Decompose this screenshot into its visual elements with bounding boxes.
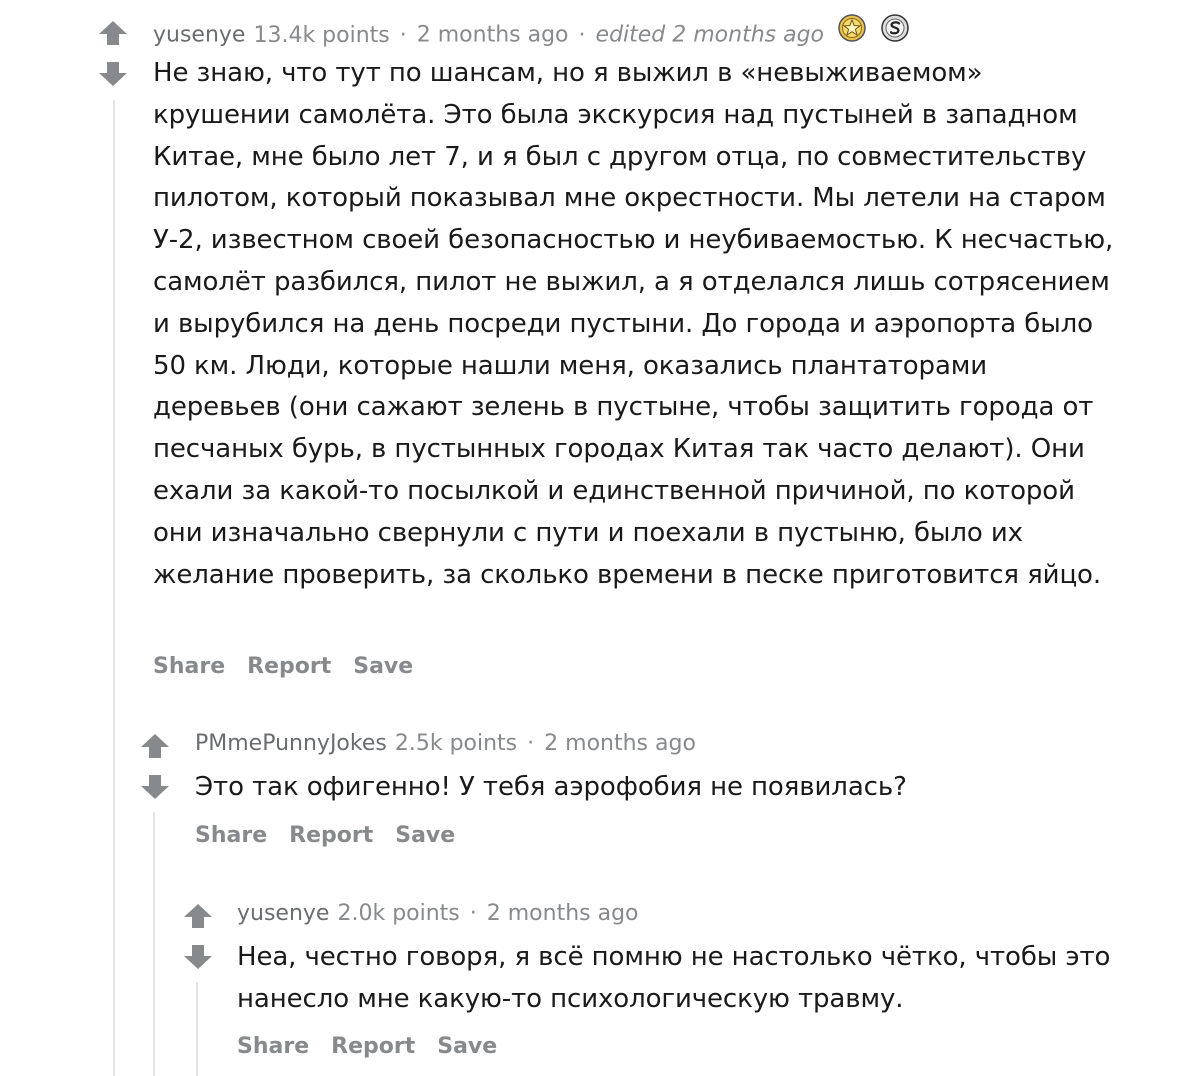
downvote-arrow-icon — [141, 775, 169, 799]
upvote-arrow-icon — [141, 734, 169, 758]
comment-body: Неа, честно говоря, я всё помню не насто… — [237, 942, 1111, 1014]
comment-actions: Share Report Save — [153, 652, 435, 682]
save-button[interactable]: Save — [395, 823, 455, 848]
save-button[interactable]: Save — [437, 1034, 497, 1059]
upvote-arrow-icon — [99, 21, 127, 45]
report-button[interactable]: Report — [331, 1034, 415, 1059]
share-button[interactable]: Share — [195, 823, 267, 848]
separator-dot: · — [469, 901, 477, 926]
upvote-button[interactable] — [140, 733, 170, 759]
timestamp[interactable]: 2 months ago — [487, 901, 639, 926]
comment-meta: PMmePunnyJokes 2.5k points · 2 months ago — [195, 729, 696, 759]
upvote-button[interactable] — [183, 903, 213, 929]
downvote-button[interactable] — [183, 944, 213, 970]
author-link[interactable]: yusenye — [153, 23, 245, 48]
separator-dot: · — [578, 22, 586, 48]
share-button[interactable]: Share — [153, 654, 225, 679]
downvote-button[interactable] — [98, 61, 128, 87]
points-count: 2.5k points — [394, 731, 518, 756]
points-count: 2.0k points — [337, 901, 460, 926]
author-link[interactable]: yusenye — [237, 901, 329, 926]
comment-body: Не знаю, что тут по шансам, но я выжил в… — [153, 58, 1114, 590]
downvote-arrow-icon — [99, 62, 127, 86]
report-button[interactable]: Report — [289, 823, 373, 848]
separator-dot: · — [399, 22, 407, 48]
separator-dot: · — [527, 731, 535, 756]
silver-award-icon[interactable] — [880, 13, 910, 52]
upvote-arrow-icon — [184, 904, 212, 928]
thread-line[interactable] — [113, 100, 115, 1076]
downvote-arrow-icon — [184, 945, 212, 969]
comment-actions: Share Report Save — [237, 1032, 519, 1062]
edited-label: edited 2 months ago — [595, 22, 825, 48]
comment-actions: Share Report Save — [195, 821, 477, 851]
report-button[interactable]: Report — [247, 654, 331, 679]
comment-body: Это так офигенно! У тебя аэрофобия не по… — [195, 772, 907, 802]
upvote-button[interactable] — [98, 20, 128, 46]
comment-meta: yusenye 2.0k points · 2 months ago — [237, 899, 639, 929]
thread-line[interactable] — [196, 982, 198, 1076]
timestamp[interactable]: 2 months ago — [544, 731, 696, 756]
gold-star-award-icon[interactable] — [837, 13, 867, 52]
timestamp[interactable]: 2 months ago — [417, 23, 569, 48]
author-link[interactable]: PMmePunnyJokes — [195, 731, 387, 756]
points-count: 13.4k points — [253, 22, 390, 48]
share-button[interactable]: Share — [237, 1034, 309, 1059]
comment-meta: yusenye 13.4k points · 2 months ago · edited … — [153, 13, 910, 55]
thread-line[interactable] — [153, 812, 155, 1076]
downvote-button[interactable] — [140, 774, 170, 800]
save-button[interactable]: Save — [353, 654, 413, 679]
